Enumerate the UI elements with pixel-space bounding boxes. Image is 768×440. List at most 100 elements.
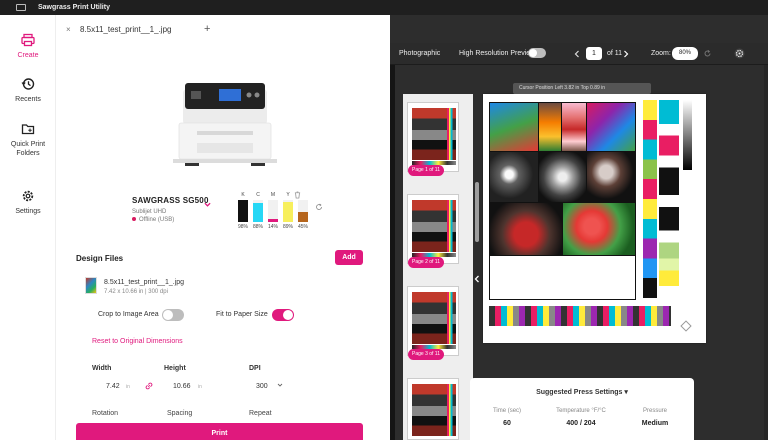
tab-close-button[interactable]: ×	[66, 25, 71, 34]
page-label-pill: Page 2 of 11	[408, 257, 444, 268]
ink-bar	[283, 200, 293, 222]
press-settings-title[interactable]: Suggested Press Settings ▾	[470, 388, 694, 396]
page-thumbnails: Page 1 of 11 Page 2 of 11 Page 3 of 11	[403, 94, 479, 440]
rotation-label: Rotation	[92, 410, 119, 417]
gear-icon	[22, 190, 34, 202]
press-pressure: Pressure Medium	[618, 408, 692, 427]
ink-label: Y	[286, 192, 290, 198]
crop-to-image-toggle[interactable]	[162, 309, 184, 321]
ink-bar	[253, 200, 263, 222]
high-res-preview-toggle[interactable]	[528, 48, 546, 58]
window-title: Sawgrass Print Utility	[38, 4, 110, 11]
nav-item-recents[interactable]: Recents	[0, 77, 56, 104]
app-window: Create Recents Quick Print Folders Setti…	[0, 15, 768, 440]
width-input[interactable]: 7.42	[106, 383, 120, 390]
previous-page-icon[interactable]	[574, 50, 580, 58]
ink-percent: 45%	[298, 224, 309, 230]
page-count: of 11	[607, 50, 623, 57]
photo-tile	[490, 152, 538, 202]
suggested-press-settings: Suggested Press Settings ▾ Time (sec) 60…	[470, 378, 694, 440]
panel-divider[interactable]	[390, 65, 395, 440]
add-file-button[interactable]: Add	[335, 250, 363, 265]
toggle-knob	[163, 310, 173, 320]
nav-item-create[interactable]: Create	[0, 33, 56, 60]
cursor-position-readout: Cursor Position Left 3.82 in Top 0.89 in	[513, 83, 651, 94]
zoom-input[interactable]: 80%	[672, 47, 698, 60]
preview-scrollbar[interactable]	[764, 65, 768, 440]
next-page-icon[interactable]	[623, 50, 629, 58]
printer-image	[173, 83, 277, 166]
dpi-select[interactable]: 300	[256, 383, 268, 390]
press-time-label: Time (sec)	[492, 408, 522, 414]
page-thumbnail[interactable]	[407, 286, 459, 356]
ink-label: K	[241, 192, 245, 198]
offline-status-dot	[132, 217, 136, 221]
ink-fill	[298, 212, 308, 222]
tab-bar: × 8.5x11_test_print__1_.jpg +	[56, 15, 390, 45]
press-time: Time (sec) 60	[470, 408, 544, 427]
ink-percent: 88%	[253, 224, 264, 230]
ink-label: M	[270, 192, 276, 198]
ink-level-c: C 88%	[253, 192, 263, 230]
page-thumbnail[interactable]	[407, 378, 459, 440]
ink-percent: 98%	[238, 224, 249, 230]
history-icon	[21, 78, 35, 90]
fit-to-paper-label: Fit to Paper Size	[216, 311, 268, 318]
page-preview-canvas[interactable]	[483, 94, 706, 343]
tab-design-file[interactable]: 8.5x11_test_print__1_.jpg	[80, 25, 171, 34]
left-nav: Create Recents Quick Print Folders Setti…	[0, 15, 56, 440]
toggle-knob	[283, 310, 293, 320]
page-thumbnail[interactable]	[407, 194, 459, 264]
height-input[interactable]: 10.66	[173, 383, 191, 390]
design-file-thumbnail[interactable]	[85, 277, 97, 294]
press-temperature-label: Temperature °F/°C	[556, 408, 606, 414]
color-swatch-row	[489, 306, 671, 326]
collapse-thumbnails-icon[interactable]	[474, 275, 480, 283]
trash-icon[interactable]	[294, 191, 301, 199]
thumbnail-image	[412, 200, 456, 252]
photo-tile	[587, 152, 635, 202]
design-file-name: 8.5x11_test_print__1_.jpg	[104, 279, 185, 286]
ink-level-m: M 14%	[268, 192, 278, 230]
dpi-chevron-down-icon[interactable]	[277, 382, 283, 388]
spacing-label: Spacing	[167, 410, 193, 417]
page-thumbnail[interactable]	[407, 102, 459, 172]
page-label-pill: Page 3 of 11	[408, 349, 444, 360]
preview-settings-icon[interactable]	[734, 48, 745, 59]
page-number-input[interactable]: 1	[586, 47, 602, 60]
repeat-label: Repeat	[249, 410, 272, 417]
photo-tile	[490, 256, 635, 299]
print-button[interactable]: Print	[76, 423, 363, 440]
reset-dimensions-link[interactable]: Reset to Original Dimensions	[92, 338, 183, 345]
crop-to-image-label: Crop to Image Area	[98, 311, 159, 318]
registration-mark	[680, 320, 692, 332]
design-file-meta: 7.42 x 10.66 in | 300 dpi	[104, 289, 168, 295]
ink-bar	[238, 200, 248, 222]
photo-tile	[539, 103, 561, 151]
preview-toolbar: Photographic High Resolution Preview 1 o…	[390, 43, 768, 65]
refresh-icon[interactable]	[315, 203, 323, 211]
high-res-preview-label: High Resolution Preview	[459, 50, 536, 57]
fit-to-paper-toggle[interactable]	[272, 309, 294, 321]
photo-tile	[562, 103, 586, 151]
printer-select-chevron-down-icon[interactable]	[204, 201, 211, 208]
width-label: Width	[92, 365, 112, 372]
thumbnail-image	[412, 108, 456, 160]
photo-tile	[490, 203, 562, 255]
height-label: Height	[164, 365, 186, 372]
nav-item-settings[interactable]: Settings	[0, 189, 56, 216]
add-tab-button[interactable]: +	[204, 23, 210, 35]
nav-label-recents: Recents	[15, 96, 41, 103]
ink-bar	[268, 200, 278, 222]
nav-item-quick-print-folders[interactable]: Quick Print Folders	[0, 122, 56, 158]
app-window-icon	[16, 4, 26, 11]
thumbnail-scrollbar[interactable]	[475, 182, 479, 242]
press-pressure-value: Medium	[641, 420, 669, 427]
photo-tile	[539, 152, 586, 202]
folder-icon	[21, 124, 35, 135]
link-aspect-icon[interactable]	[145, 382, 153, 390]
color-mode-select[interactable]: Photographic	[399, 50, 440, 57]
ink-level-y: Y 89%	[283, 192, 293, 230]
zoom-reset-icon[interactable]	[703, 49, 712, 58]
nav-label-settings: Settings	[15, 208, 41, 215]
